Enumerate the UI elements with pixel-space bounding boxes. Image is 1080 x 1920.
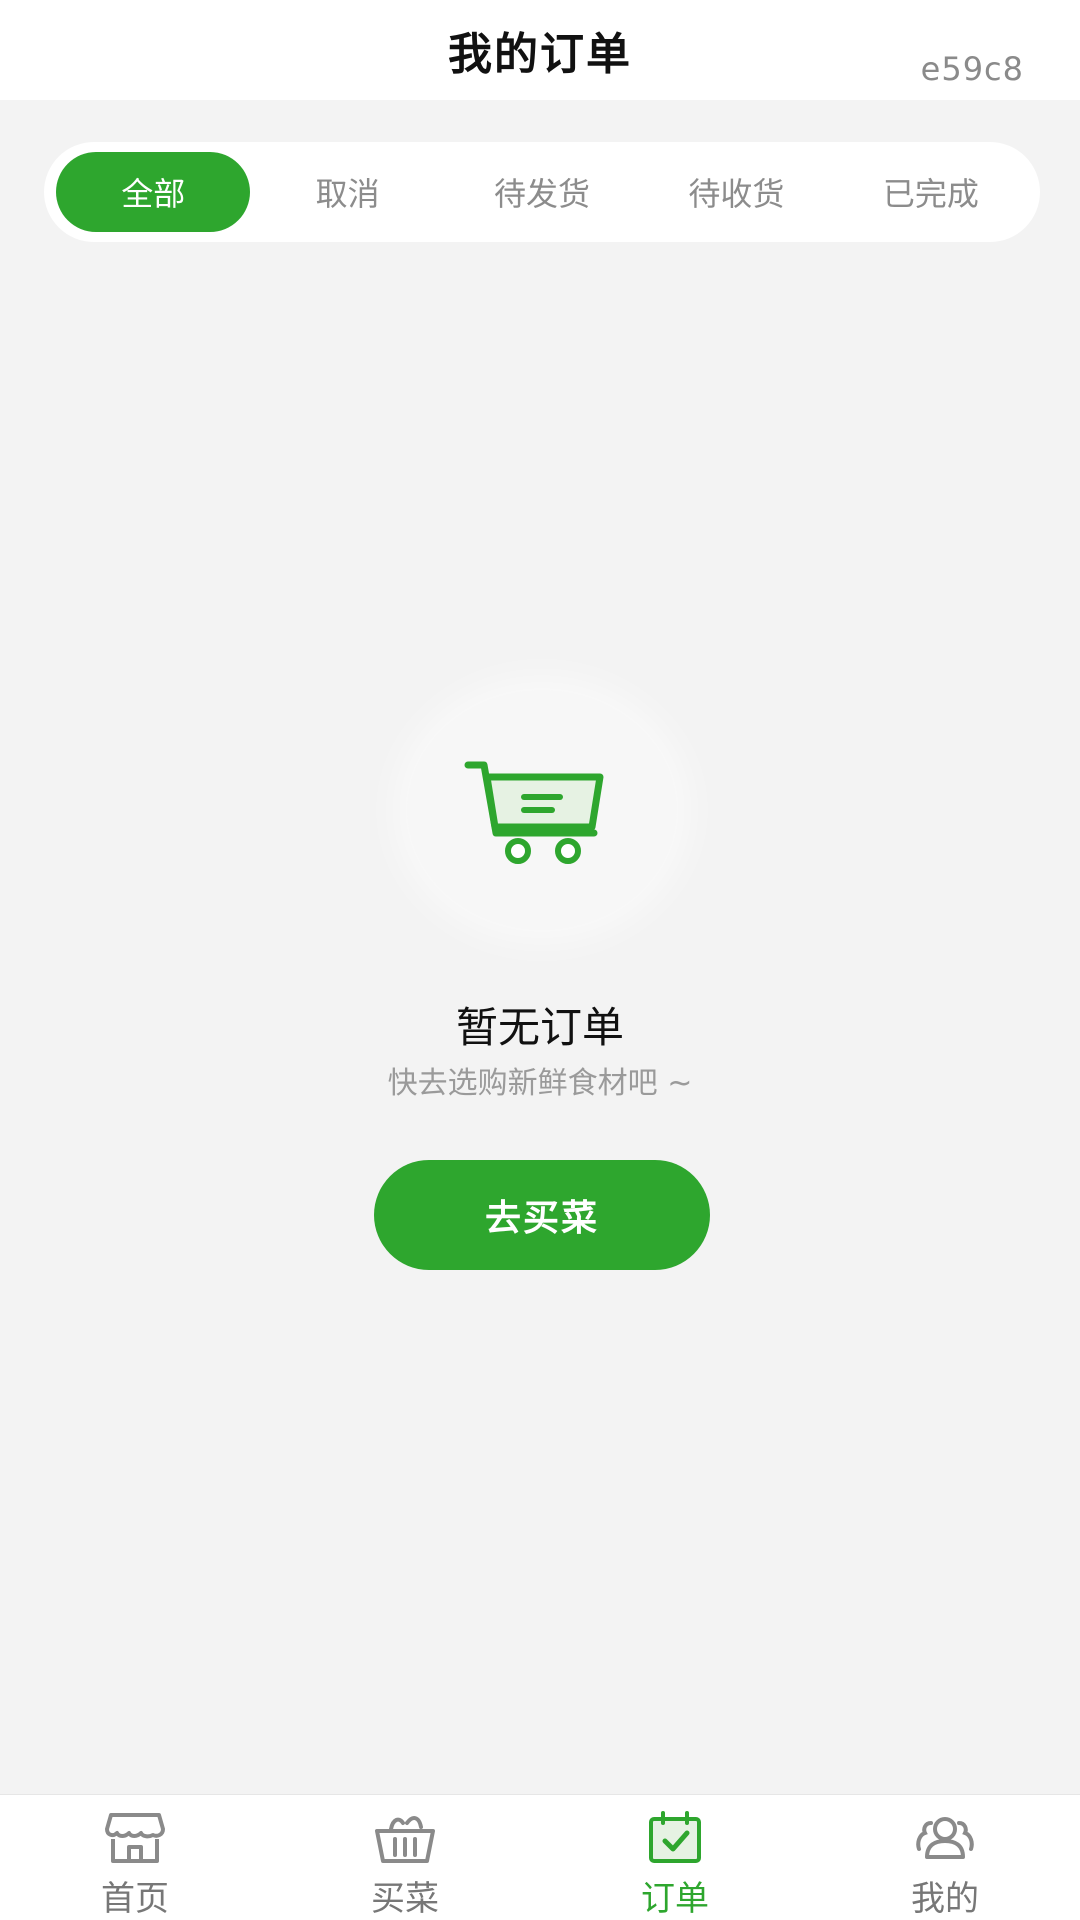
basket-icon [375,1816,435,1863]
page-title: 我的订单 [448,29,632,80]
empty-state-subtitle: 快去选购新鲜食材吧 ~ [387,1066,693,1101]
go-shopping-button[interactable]: 去买菜 [374,1160,710,1270]
tab-pending-receipt[interactable]: 待收货 [639,152,833,232]
nav-item-orders[interactable]: 订单 [540,1795,810,1920]
tab-pending-shipment[interactable]: 待发货 [445,152,639,232]
top-bar: 我的订单 e59c8 [0,0,1080,100]
bottom-navigation: 首页 买菜 订单 我的 [0,1794,1080,1920]
order-calendar-icon [649,1811,701,1863]
nav-item-buy-groceries[interactable]: 买菜 [270,1795,540,1920]
nav-label-buy-groceries: 买菜 [371,1879,439,1919]
nav-item-profile[interactable]: 我的 [810,1795,1080,1920]
nav-label-orders: 订单 [641,1879,709,1919]
shopping-cart-icon [464,761,604,864]
empty-state-title: 暂无订单 [455,1003,624,1052]
nav-label-home: 首页 [101,1879,169,1919]
build-id-text: e59c8 [920,50,1024,88]
nav-item-home[interactable]: 首页 [0,1795,270,1920]
store-icon [105,1813,165,1863]
tab-completed[interactable]: 已完成 [834,152,1028,232]
tab-all[interactable]: 全部 [56,152,251,232]
nav-label-profile: 我的 [911,1879,979,1919]
tab-cancelled[interactable]: 取消 [250,152,444,232]
users-icon [916,1817,974,1859]
order-status-tabs: 全部 取消 待发货 待收货 已完成 [44,142,1040,242]
